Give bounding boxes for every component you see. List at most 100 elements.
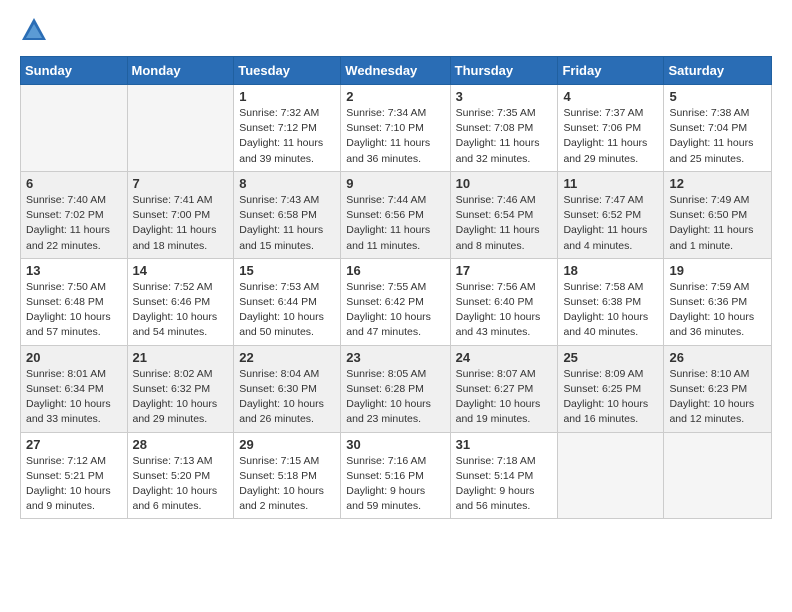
weekday-header-tuesday: Tuesday	[234, 57, 341, 85]
calendar-day-cell: 23 Sunrise: 8:05 AM Sunset: 6:28 PM Dayli…	[341, 345, 450, 432]
day-info: Sunrise: 7:43 AM Sunset: 6:58 PM Dayligh…	[239, 193, 335, 254]
calendar-day-cell	[558, 432, 664, 519]
day-number: 27	[26, 437, 122, 452]
day-info: Sunrise: 7:38 AM Sunset: 7:04 PM Dayligh…	[669, 106, 766, 167]
day-info: Sunrise: 7:32 AM Sunset: 7:12 PM Dayligh…	[239, 106, 335, 167]
calendar-day-cell: 18 Sunrise: 7:58 AM Sunset: 6:38 PM Dayli…	[558, 258, 664, 345]
calendar-day-cell: 6 Sunrise: 7:40 AM Sunset: 7:02 PM Daylig…	[21, 171, 128, 258]
day-info: Sunrise: 7:15 AM Sunset: 5:18 PM Dayligh…	[239, 454, 335, 515]
day-number: 6	[26, 176, 122, 191]
day-info: Sunrise: 7:13 AM Sunset: 5:20 PM Dayligh…	[133, 454, 229, 515]
calendar-day-cell: 1 Sunrise: 7:32 AM Sunset: 7:12 PM Daylig…	[234, 85, 341, 172]
calendar-day-cell: 28Sunrise: 7:13 AM Sunset: 5:20 PM Dayli…	[127, 432, 234, 519]
calendar-day-cell: 15Sunrise: 7:53 AM Sunset: 6:44 PM Dayli…	[234, 258, 341, 345]
day-info: Sunrise: 7:53 AM Sunset: 6:44 PM Dayligh…	[239, 280, 335, 341]
calendar-day-cell: 7Sunrise: 7:41 AM Sunset: 7:00 PM Daylig…	[127, 171, 234, 258]
calendar-day-cell: 31 Sunrise: 7:18 AM Sunset: 5:14 PM Dayli…	[450, 432, 558, 519]
day-info: Sunrise: 7:44 AM Sunset: 6:56 PM Dayligh…	[346, 193, 444, 254]
weekday-header-row: SundayMondayTuesdayWednesdayThursdayFrid…	[21, 57, 772, 85]
day-number: 20	[26, 350, 122, 365]
day-number: 19	[669, 263, 766, 278]
day-number: 30	[346, 437, 444, 452]
day-number: 31	[456, 437, 553, 452]
day-info: Sunrise: 7:58 AM Sunset: 6:38 PM Dayligh…	[563, 280, 658, 341]
day-number: 1	[239, 89, 335, 104]
weekday-header-wednesday: Wednesday	[341, 57, 450, 85]
calendar-day-cell: 10Sunrise: 7:46 AM Sunset: 6:54 PM Dayli…	[450, 171, 558, 258]
day-number: 21	[133, 350, 229, 365]
logo-icon	[20, 16, 48, 44]
calendar-day-cell: 20 Sunrise: 8:01 AM Sunset: 6:34 PM Dayli…	[21, 345, 128, 432]
day-number: 13	[26, 263, 122, 278]
day-info: Sunrise: 8:04 AM Sunset: 6:30 PM Dayligh…	[239, 367, 335, 428]
day-number: 11	[563, 176, 658, 191]
calendar-day-cell: 13 Sunrise: 7:50 AM Sunset: 6:48 PM Dayli…	[21, 258, 128, 345]
calendar-day-cell	[21, 85, 128, 172]
day-info: Sunrise: 7:47 AM Sunset: 6:52 PM Dayligh…	[563, 193, 658, 254]
day-info: Sunrise: 7:59 AM Sunset: 6:36 PM Dayligh…	[669, 280, 766, 341]
day-number: 9	[346, 176, 444, 191]
calendar-day-cell: 8 Sunrise: 7:43 AM Sunset: 6:58 PM Daylig…	[234, 171, 341, 258]
weekday-header-saturday: Saturday	[664, 57, 772, 85]
calendar-day-cell: 16 Sunrise: 7:55 AM Sunset: 6:42 PM Dayli…	[341, 258, 450, 345]
day-info: Sunrise: 7:37 AM Sunset: 7:06 PM Dayligh…	[563, 106, 658, 167]
calendar-day-cell: 14Sunrise: 7:52 AM Sunset: 6:46 PM Dayli…	[127, 258, 234, 345]
day-info: Sunrise: 8:10 AM Sunset: 6:23 PM Dayligh…	[669, 367, 766, 428]
day-info: Sunrise: 7:52 AM Sunset: 6:46 PM Dayligh…	[133, 280, 229, 341]
calendar-week-row: 20 Sunrise: 8:01 AM Sunset: 6:34 PM Dayli…	[21, 345, 772, 432]
day-number: 25	[563, 350, 658, 365]
day-number: 4	[563, 89, 658, 104]
calendar-week-row: 13 Sunrise: 7:50 AM Sunset: 6:48 PM Dayli…	[21, 258, 772, 345]
day-info: Sunrise: 7:18 AM Sunset: 5:14 PM Dayligh…	[456, 454, 553, 515]
day-number: 24	[456, 350, 553, 365]
day-number: 18	[563, 263, 658, 278]
calendar-table: SundayMondayTuesdayWednesdayThursdayFrid…	[20, 56, 772, 519]
calendar-day-cell	[127, 85, 234, 172]
day-number: 26	[669, 350, 766, 365]
calendar-week-row: 1 Sunrise: 7:32 AM Sunset: 7:12 PM Daylig…	[21, 85, 772, 172]
day-info: Sunrise: 7:50 AM Sunset: 6:48 PM Dayligh…	[26, 280, 122, 341]
weekday-header-friday: Friday	[558, 57, 664, 85]
day-info: Sunrise: 7:34 AM Sunset: 7:10 PM Dayligh…	[346, 106, 444, 167]
calendar-day-cell: 4 Sunrise: 7:37 AM Sunset: 7:06 PM Daylig…	[558, 85, 664, 172]
day-info: Sunrise: 8:07 AM Sunset: 6:27 PM Dayligh…	[456, 367, 553, 428]
day-number: 16	[346, 263, 444, 278]
day-info: Sunrise: 7:55 AM Sunset: 6:42 PM Dayligh…	[346, 280, 444, 341]
day-info: Sunrise: 7:16 AM Sunset: 5:16 PM Dayligh…	[346, 454, 444, 515]
day-number: 17	[456, 263, 553, 278]
weekday-header-monday: Monday	[127, 57, 234, 85]
calendar-week-row: 27 Sunrise: 7:12 AM Sunset: 5:21 PM Dayli…	[21, 432, 772, 519]
calendar-day-cell	[664, 432, 772, 519]
calendar-day-cell: 11 Sunrise: 7:47 AM Sunset: 6:52 PM Dayli…	[558, 171, 664, 258]
day-number: 12	[669, 176, 766, 191]
calendar-day-cell: 19 Sunrise: 7:59 AM Sunset: 6:36 PM Dayli…	[664, 258, 772, 345]
calendar-day-cell: 30 Sunrise: 7:16 AM Sunset: 5:16 PM Dayli…	[341, 432, 450, 519]
weekday-header-thursday: Thursday	[450, 57, 558, 85]
day-number: 10	[456, 176, 553, 191]
day-info: Sunrise: 8:05 AM Sunset: 6:28 PM Dayligh…	[346, 367, 444, 428]
weekday-header-sunday: Sunday	[21, 57, 128, 85]
calendar-day-cell: 12 Sunrise: 7:49 AM Sunset: 6:50 PM Dayli…	[664, 171, 772, 258]
calendar-day-cell: 21 Sunrise: 8:02 AM Sunset: 6:32 PM Dayli…	[127, 345, 234, 432]
logo	[20, 16, 52, 44]
page: SundayMondayTuesdayWednesdayThursdayFrid…	[0, 0, 792, 539]
day-info: Sunrise: 8:02 AM Sunset: 6:32 PM Dayligh…	[133, 367, 229, 428]
day-info: Sunrise: 7:40 AM Sunset: 7:02 PM Dayligh…	[26, 193, 122, 254]
calendar-day-cell: 27 Sunrise: 7:12 AM Sunset: 5:21 PM Dayli…	[21, 432, 128, 519]
day-number: 29	[239, 437, 335, 452]
calendar-day-cell: 17Sunrise: 7:56 AM Sunset: 6:40 PM Dayli…	[450, 258, 558, 345]
day-number: 7	[133, 176, 229, 191]
header	[20, 16, 772, 44]
day-info: Sunrise: 7:49 AM Sunset: 6:50 PM Dayligh…	[669, 193, 766, 254]
day-info: Sunrise: 8:01 AM Sunset: 6:34 PM Dayligh…	[26, 367, 122, 428]
calendar-day-cell: 9 Sunrise: 7:44 AM Sunset: 6:56 PM Daylig…	[341, 171, 450, 258]
day-info: Sunrise: 7:12 AM Sunset: 5:21 PM Dayligh…	[26, 454, 122, 515]
day-number: 2	[346, 89, 444, 104]
day-number: 5	[669, 89, 766, 104]
calendar-day-cell: 25Sunrise: 8:09 AM Sunset: 6:25 PM Dayli…	[558, 345, 664, 432]
day-number: 23	[346, 350, 444, 365]
day-number: 22	[239, 350, 335, 365]
day-number: 8	[239, 176, 335, 191]
calendar-day-cell: 29 Sunrise: 7:15 AM Sunset: 5:18 PM Dayli…	[234, 432, 341, 519]
calendar-day-cell: 22 Sunrise: 8:04 AM Sunset: 6:30 PM Dayli…	[234, 345, 341, 432]
